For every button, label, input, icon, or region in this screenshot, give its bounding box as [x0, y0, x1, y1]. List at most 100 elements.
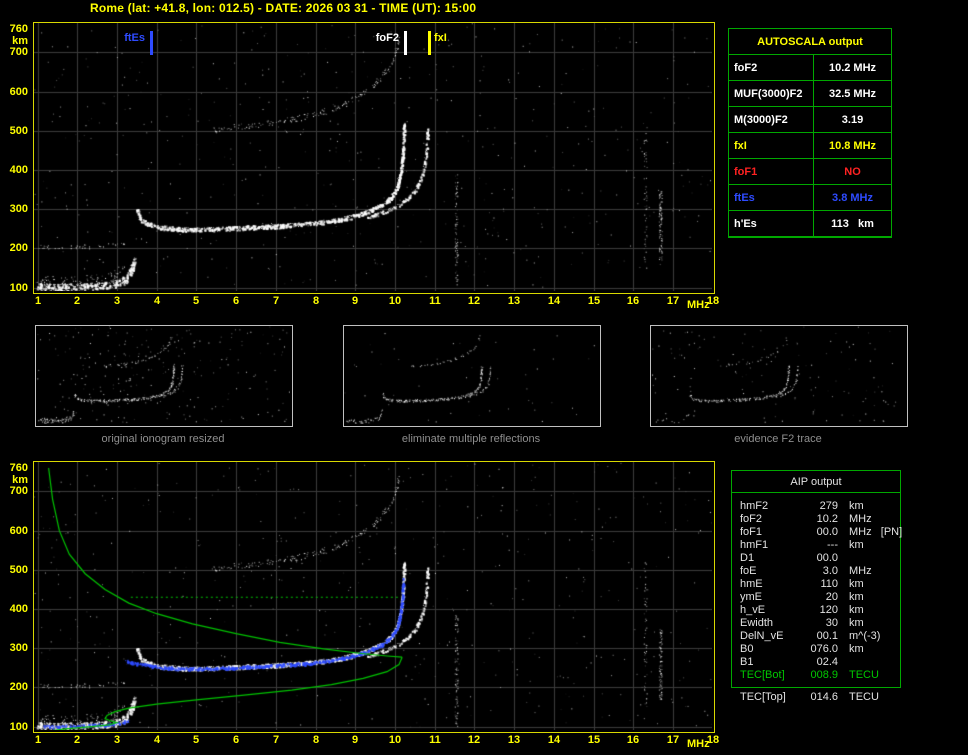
y-axis-tick-bottom: 600: [9, 524, 28, 537]
x-axis-tick-bottom: 13: [507, 734, 521, 746]
aip-row-DelN_vE: DelN_vE 00.1 m^(-3): [740, 630, 896, 643]
ionogram-canvas-bottom: [34, 462, 712, 730]
x-axis-tick-bottom: 1: [34, 734, 42, 746]
marker-label-foF2: foF2: [375, 32, 399, 44]
autoscala-output-table: AUTOSCALA output foF2 10.2 MHz MUF(3000)F2…: [728, 28, 892, 238]
ionogram-plot-top: ftEs foF2 fxI: [33, 22, 715, 294]
thumbnail-caption-original: original ionogram resized: [101, 433, 225, 445]
autoscala-row-value: 3.19: [814, 107, 891, 133]
aip-row-label: foE: [740, 565, 757, 577]
aip-row-unit: MHz: [849, 513, 872, 525]
autoscala-row-label: fxI: [729, 133, 814, 159]
x-axis-tick-bottom: 10: [388, 734, 402, 746]
aip-row-Ewidth: Ewidth 30 km: [740, 617, 896, 630]
x-axis-tick-top: 2: [73, 295, 81, 307]
y-axis-tick-bottom: 760: [9, 461, 28, 474]
x-axis-tick-bottom: 17: [666, 734, 680, 746]
aip-row-label: foF1: [740, 526, 763, 538]
thumbnail-canvas-f2: [651, 326, 905, 424]
x-axis-tick-top: 7: [272, 295, 280, 307]
aip-row-label: Ewidth: [740, 617, 774, 629]
aip-row-unit: km: [849, 539, 864, 551]
thumbnail-caption-reflections: eliminate multiple reflections: [401, 433, 541, 445]
marker-line-foF2: [404, 31, 407, 55]
x-axis-tick-bottom: 7: [272, 734, 280, 746]
aip-row-unit: km: [849, 617, 864, 629]
aip-row-value: 30: [825, 617, 838, 629]
aip-output-panel: AIP output hmF2 279 km foF2 10.2 MHz foF1 00.0 M…: [731, 470, 902, 688]
x-axis-tick-top: 8: [312, 295, 320, 307]
aip-row-value: 02.4: [816, 656, 838, 668]
aip-row-B1: B1 02.4: [740, 656, 896, 669]
x-axis-tick-bottom: 8: [312, 734, 320, 746]
aip-row-value: 3.0: [822, 565, 838, 577]
y-axis-tick-bottom: 100: [9, 720, 28, 733]
aip-row-foF1: foF1 00.0 MHz [PN]: [740, 526, 902, 539]
aip-row-unit: MHz [PN]: [849, 526, 903, 538]
x-axis-tick-top: 1: [34, 295, 42, 307]
y-axis-tick-bottom: 500: [9, 563, 28, 576]
autoscala-row-label: foF1: [729, 159, 814, 185]
y-axis-tick-bottom: 200: [9, 681, 28, 694]
aip-footer-label: TEC[Top]: [740, 691, 786, 703]
autoscala-row-value: NO: [814, 159, 891, 185]
thumbnail-canvas-original: [36, 326, 290, 424]
marker-line-fxI: [428, 31, 431, 55]
x-axis-tick-top: 11: [429, 295, 441, 307]
aip-row-hmF2: hmF2 279 km: [740, 500, 896, 513]
aip-row-unit: [838, 656, 896, 669]
aip-rows: hmF2 279 km foF2 10.2 MHz foF1 00.0 MHz [PN] hmF1…: [732, 493, 902, 687]
aip-row-label: foF2: [740, 513, 763, 525]
aip-row-label: B1: [740, 656, 754, 668]
aip-row-label: h_vE: [740, 604, 766, 616]
aip-row-label: DelN_vE: [740, 630, 784, 642]
thumbnail-multiple-reflections: [343, 325, 601, 427]
aip-row-hmF1: hmF1 --- km: [740, 539, 896, 552]
y-axis-tick-bottom: 400: [9, 602, 28, 615]
aip-row-h_vE: h_vE 120 km: [740, 604, 896, 617]
aip-row-foF2: foF2 10.2 MHz: [740, 513, 896, 526]
x-axis-tick-top: 15: [587, 295, 601, 307]
x-axis-tick-bottom: 4: [153, 734, 161, 746]
autoscala-row-label: M(3000)F2: [729, 107, 814, 133]
aip-row-label: ymE: [740, 591, 762, 603]
y-axis-tick-top: 400: [9, 163, 28, 176]
aip-row-unit: km: [849, 643, 864, 655]
aip-row-ymE: ymE 20 km: [740, 591, 896, 604]
aip-row-value: 008.9: [810, 669, 838, 681]
aip-row-TEC[Bot]: TEC[Bot] 008.9 TECU: [740, 669, 896, 682]
y-axis-tick-bottom: 700: [9, 485, 28, 498]
aip-panel-header: AIP output: [732, 471, 900, 493]
y-axis-unit-bottom: km: [12, 474, 28, 486]
x-axis-tick-top: 9: [351, 295, 359, 307]
marker-line-ftEs: [150, 31, 153, 55]
aip-row-foE: foE 3.0 MHz: [740, 565, 896, 578]
y-axis-tick-top: 100: [9, 281, 28, 294]
aip-row-B0: B0 076.0 km: [740, 643, 896, 656]
aip-row-value: ---: [827, 539, 838, 551]
aip-row-value: 076.0: [810, 643, 838, 655]
thumbnail-f2-trace: [650, 325, 908, 427]
aip-row-D1: D1 00.0: [740, 552, 896, 565]
x-axis-tick-bottom: 6: [232, 734, 240, 746]
x-axis-tick-top: 10: [388, 295, 402, 307]
y-axis-tick-top: 500: [9, 124, 28, 137]
aip-row-value: 00.1: [816, 630, 838, 642]
autoscala-row-label: foF2: [729, 55, 814, 81]
autoscala-row-value: 3.8 MHz: [814, 185, 891, 211]
aip-row-label: B0: [740, 643, 754, 655]
aip-row-unit: [838, 552, 896, 565]
ionogram-plot-bottom: [33, 461, 715, 733]
y-axis-tick-top: 760: [9, 22, 28, 35]
thumbnail-canvas-reflections: [344, 326, 598, 424]
aip-row-unit: m^(-3): [849, 630, 881, 642]
aip-footer-value: 014.6: [810, 691, 838, 703]
ionogram-canvas-top: [34, 23, 712, 291]
x-axis-tick-top: 5: [192, 295, 200, 307]
y-axis-tick-top: 300: [9, 203, 28, 216]
x-axis-tick-top: 6: [232, 295, 240, 307]
marker-label-fxI: fxI: [434, 32, 447, 44]
aip-row-value: 00.0: [816, 526, 838, 538]
autoscala-row-value: 10.8 MHz: [814, 133, 891, 159]
x-axis-tick-top: 13: [507, 295, 521, 307]
